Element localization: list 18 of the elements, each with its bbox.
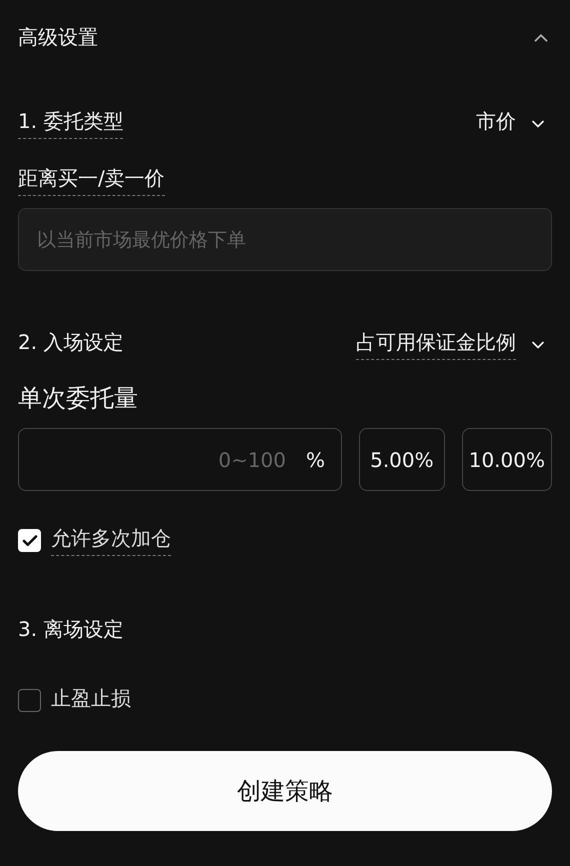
- preset-button[interactable]: 5.00%: [359, 428, 445, 491]
- create-strategy-button[interactable]: 创建策略: [18, 751, 552, 831]
- section-title: 2. 入场设定: [18, 329, 124, 356]
- panel-title: 高级设置: [18, 24, 98, 51]
- checkbox[interactable]: [18, 689, 41, 712]
- preset-button[interactable]: 10.00%: [462, 428, 552, 491]
- order-type-dropdown[interactable]: 市价: [476, 108, 552, 139]
- section-title: 3. 离场设定: [18, 616, 124, 643]
- checkbox-label: 允许多次加仓: [51, 525, 171, 556]
- amount-input[interactable]: 0~100: [35, 429, 288, 490]
- entry-mode-dropdown[interactable]: 占可用保证金比例: [356, 329, 552, 360]
- price-offset-field[interactable]: 以当前市场最优价格下单: [18, 208, 552, 271]
- unit-label: %: [306, 448, 326, 472]
- section-title: 1. 委托类型: [18, 108, 124, 139]
- checkbox-label: 止盈止损: [51, 685, 131, 712]
- field-label: 单次委托量: [18, 383, 139, 414]
- amount-field[interactable]: 0~100 %: [18, 428, 342, 491]
- field-label: 距离买一/卖一价: [18, 165, 165, 196]
